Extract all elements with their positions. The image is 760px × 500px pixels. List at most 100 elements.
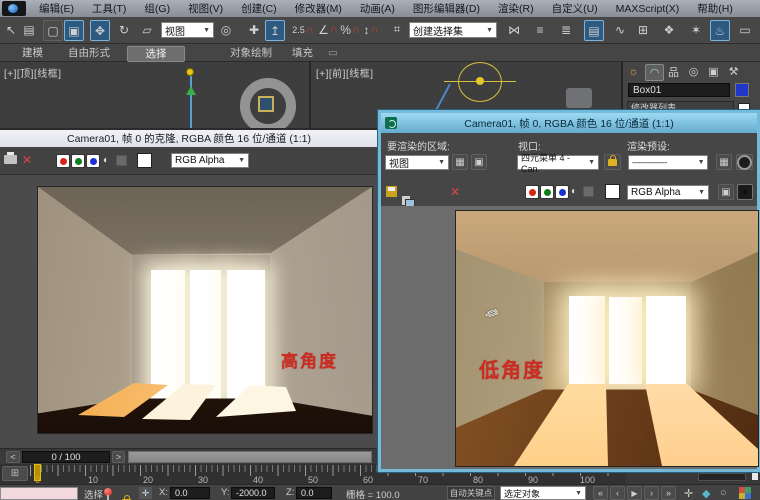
schematic-view-button[interactable]: ⊞ bbox=[634, 20, 652, 39]
use-pivot-center-button[interactable]: ◎ bbox=[217, 20, 235, 39]
ribbon-tab-populate[interactable]: 填充 bbox=[284, 46, 321, 60]
toggle-ribbon-button[interactable]: ▤ bbox=[584, 20, 604, 41]
box-object[interactable] bbox=[258, 96, 274, 112]
light-object-gizmo[interactable] bbox=[186, 68, 194, 76]
play-button[interactable]: ▶ bbox=[627, 486, 642, 500]
render-button[interactable] bbox=[736, 154, 753, 170]
vfb-left-titlebar[interactable]: Camera01, 帧 0 的克隆, RGBA 颜色 16 位/通道 (1:1) bbox=[0, 130, 378, 147]
tab-hierarchy[interactable]: 品 bbox=[665, 64, 682, 79]
gizmo-y-arrow[interactable] bbox=[186, 86, 196, 95]
select-and-manipulate-button[interactable]: ✚ bbox=[245, 20, 263, 39]
background-color-swatch[interactable] bbox=[137, 153, 152, 168]
menu-customize[interactable]: 自定义(U) bbox=[543, 1, 607, 16]
reference-coordinate-dropdown[interactable]: 视图 ▼ bbox=[161, 22, 214, 38]
viewport-lock-button[interactable] bbox=[604, 154, 621, 170]
snap-toggle-25d[interactable]: 2.5 ∩ bbox=[290, 20, 316, 39]
time-slider-track[interactable] bbox=[128, 451, 372, 463]
viewport-dropdown[interactable]: 四元菜单 4 - Can ▼ bbox=[517, 153, 599, 174]
key-filter-dropdown[interactable]: 选定对象 ▼ bbox=[500, 486, 586, 500]
tab-utilities[interactable]: ⚒ bbox=[725, 64, 742, 79]
layer-manager-button[interactable]: ≣ bbox=[557, 20, 575, 39]
frame-display-field[interactable]: 0 / 100 bbox=[22, 451, 110, 463]
selection-region-button[interactable]: ▢ bbox=[43, 20, 63, 41]
ribbon-tab-modeling[interactable]: 建模 bbox=[14, 46, 51, 60]
time-display-field[interactable] bbox=[698, 473, 746, 481]
render-area-dropdown[interactable]: 视图 ▼ bbox=[385, 155, 449, 170]
material-editor-button[interactable]: ❖ bbox=[660, 20, 678, 39]
ribbon-tab-object-paint[interactable]: 对象绘制 bbox=[222, 46, 280, 60]
green-channel-button[interactable] bbox=[540, 185, 554, 199]
ribbon-collapse-button[interactable]: ▭ bbox=[320, 46, 346, 60]
monochrome-button[interactable]: ◐ bbox=[103, 155, 109, 166]
tab-motion[interactable]: ◎ bbox=[685, 64, 702, 79]
next-frame-button[interactable]: › bbox=[644, 486, 659, 500]
pin-stack-icon[interactable] bbox=[104, 488, 112, 500]
select-and-scale-button[interactable]: ▱ bbox=[138, 20, 156, 39]
background-color-swatch[interactable] bbox=[605, 184, 620, 199]
z-coordinate-field[interactable]: 0.0 bbox=[296, 487, 332, 499]
select-and-rotate-button[interactable]: ↻ bbox=[115, 20, 133, 39]
red-channel-button[interactable] bbox=[525, 185, 539, 199]
object-color-swatch[interactable] bbox=[735, 83, 749, 97]
render-setup-button[interactable]: ▦ bbox=[716, 154, 732, 170]
render-preset-dropdown[interactable]: ---------------- ▼ bbox=[628, 155, 708, 170]
vfb-float-titlebar[interactable]: Camera01, 帧 0, RGBA 颜色 16 位/通道 (1:1) bbox=[381, 113, 757, 133]
save-image-icon[interactable] bbox=[386, 186, 397, 197]
select-object-button[interactable]: ↖ bbox=[2, 20, 20, 39]
alpha-channel-button[interactable] bbox=[583, 186, 594, 197]
red-channel-button[interactable] bbox=[56, 154, 70, 168]
menu-modifiers[interactable]: 修改器(M) bbox=[286, 1, 351, 16]
select-and-place-button[interactable]: ↥ bbox=[265, 20, 285, 41]
menu-graph-editors[interactable]: 图形编辑器(D) bbox=[404, 1, 489, 16]
tab-create[interactable]: ☼ bbox=[625, 64, 642, 79]
tab-modify[interactable]: ◠ bbox=[645, 64, 664, 81]
mirror-button[interactable]: ⋈ bbox=[505, 20, 523, 39]
viewport-top-label[interactable]: [+][顶][线框] bbox=[4, 65, 62, 80]
menu-tools[interactable]: 工具(T) bbox=[83, 1, 135, 16]
blue-channel-button[interactable] bbox=[86, 154, 100, 168]
render-production-button[interactable]: ♨ bbox=[710, 20, 730, 41]
animation-mode-icon[interactable]: ○ bbox=[720, 487, 727, 499]
select-and-move-button[interactable]: ✥ bbox=[90, 20, 110, 41]
rendered-frame-window-button[interactable]: ▭ bbox=[736, 20, 754, 39]
window-crossing-toggle[interactable]: ▣ bbox=[64, 20, 84, 41]
render-setup-button[interactable]: ✶ bbox=[687, 20, 705, 39]
viewport-front-label[interactable]: [+][前][线框] bbox=[316, 65, 374, 80]
absolute-offset-toggle[interactable]: ✛ bbox=[139, 487, 152, 499]
maxscript-mini-listener[interactable] bbox=[0, 487, 78, 500]
alpha-channel-button[interactable] bbox=[116, 155, 127, 166]
blue-channel-button[interactable] bbox=[555, 185, 569, 199]
monochrome-button[interactable]: ◐ bbox=[571, 186, 577, 197]
vfb-left-channel-dropdown[interactable]: RGB Alpha ▼ bbox=[171, 153, 249, 168]
app-logo-icon[interactable] bbox=[2, 1, 26, 16]
curve-editor-button[interactable]: ∿ bbox=[611, 20, 629, 39]
spotlight-center[interactable] bbox=[476, 77, 484, 85]
menu-maxscript[interactable]: MAXScript(X) bbox=[607, 3, 689, 15]
tab-display[interactable]: ▣ bbox=[705, 64, 722, 79]
x-coordinate-field[interactable]: 0.0 bbox=[170, 487, 210, 499]
clear-image-icon[interactable]: ✕ bbox=[450, 185, 460, 199]
key-mode-toggle[interactable]: ✛ bbox=[684, 487, 693, 500]
ribbon-tab-selection[interactable]: 选择 bbox=[127, 46, 185, 62]
select-by-name-button[interactable]: ▤ bbox=[20, 20, 38, 39]
menu-edit[interactable]: 编辑(E) bbox=[30, 1, 83, 16]
auto-region-button[interactable]: ▣ bbox=[471, 154, 487, 170]
named-selection-set-dropdown[interactable]: 创建选择集 ▼ bbox=[409, 22, 497, 38]
menu-views[interactable]: 视图(V) bbox=[179, 1, 232, 16]
previous-frame-button[interactable]: < bbox=[6, 451, 20, 463]
menu-rendering[interactable]: 渲染(R) bbox=[489, 1, 543, 16]
vfb-float-channel-dropdown[interactable]: RGB Alpha ▼ bbox=[627, 185, 709, 200]
object-name-field[interactable]: Box01 bbox=[628, 83, 730, 97]
y-coordinate-field[interactable]: -2000.0 bbox=[231, 487, 275, 499]
menu-animation[interactable]: 动画(A) bbox=[351, 1, 404, 16]
green-channel-button[interactable] bbox=[71, 154, 85, 168]
print-image-icon[interactable] bbox=[4, 152, 17, 164]
menu-help[interactable]: 帮助(H) bbox=[688, 1, 742, 16]
spinner-snap-toggle[interactable]: ↕ ∩ bbox=[361, 20, 381, 39]
previous-frame-button[interactable]: ‹ bbox=[610, 486, 625, 500]
percent-snap-toggle[interactable]: % ∩ bbox=[340, 20, 360, 39]
clear-image-icon[interactable]: ✕ bbox=[22, 153, 32, 167]
go-to-end-button[interactable]: » bbox=[661, 486, 676, 500]
angle-snap-toggle[interactable]: ∠ ∩ bbox=[317, 20, 339, 39]
mini-curve-editor-button[interactable]: ⊞ bbox=[2, 466, 28, 481]
